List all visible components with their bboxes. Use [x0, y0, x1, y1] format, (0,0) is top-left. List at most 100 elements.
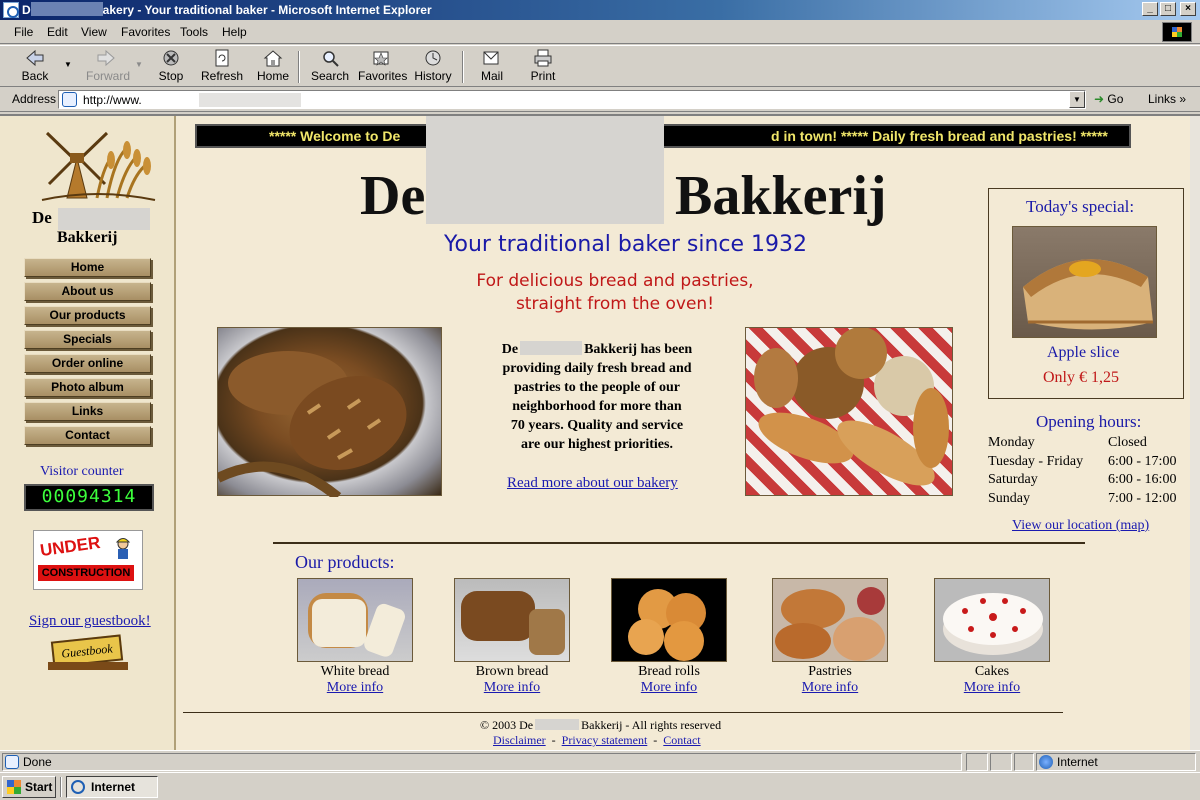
favorites-icon: [371, 49, 391, 67]
special-price: Only € 1,25: [1043, 369, 1119, 386]
go-button[interactable]: ➜ Go: [1094, 92, 1123, 106]
intro-line4: neighborhood for more than: [512, 399, 682, 414]
marquee-left-text: ***** Welcome to De: [269, 128, 401, 144]
hours-day: Tuesday - Friday: [988, 453, 1084, 469]
nav-about-us[interactable]: About us: [24, 282, 151, 301]
start-button[interactable]: Start: [2, 776, 56, 798]
address-input[interactable]: http://www. ▼: [58, 90, 1086, 109]
chevron-right-icon: »: [1179, 92, 1187, 106]
intro-line3: pastries to the people of our: [513, 380, 681, 395]
taskbar-ie-button[interactable]: Internet: [66, 776, 158, 798]
hours-time: 6:00 - 16:00: [1108, 472, 1177, 487]
forward-dropdown-icon[interactable]: ▼: [135, 60, 143, 69]
nav-home[interactable]: Home: [24, 258, 151, 277]
nav-our-products[interactable]: Our products: [24, 306, 151, 325]
menu-file[interactable]: File: [14, 25, 33, 39]
nav-photo-album[interactable]: Photo album: [24, 378, 151, 397]
menu-favorites[interactable]: Favorites: [121, 25, 170, 39]
read-more-link[interactable]: Read more about our bakery: [507, 475, 678, 492]
home-button[interactable]: Home: [256, 49, 290, 83]
todays-special-box: Today's special: Apple slice Only € 1,25: [988, 188, 1184, 399]
menu-tools[interactable]: Tools: [180, 25, 208, 39]
taskbar: Start Internet: [0, 772, 1200, 800]
links-button[interactable]: Links »: [1148, 92, 1186, 106]
status-bar: Done Internet: [0, 750, 1200, 772]
taskbar-separator: [60, 777, 62, 797]
ie-window-icon[interactable]: [3, 2, 19, 18]
zone-cell: Internet: [1036, 753, 1196, 771]
start-label: Start: [25, 780, 53, 794]
hours-row: Tuesday - Friday 6:00 - 17:00: [988, 454, 1183, 473]
mail-icon: [482, 49, 502, 67]
window-title-bar[interactable]: Dakery - Your traditional baker - Micros…: [0, 0, 1200, 20]
ie-taskbar-icon: [71, 780, 85, 794]
copyright-suffix: Bakkerij - All rights reserved: [581, 718, 722, 732]
contact-link[interactable]: Contact: [663, 733, 700, 747]
nav-contact[interactable]: Contact: [24, 426, 151, 445]
menu-help[interactable]: Help: [222, 25, 247, 39]
intro-line5: 70 years. Quality and service: [510, 418, 684, 433]
stop-button[interactable]: Stop: [156, 49, 186, 83]
more-info-link[interactable]: More info: [296, 680, 414, 696]
special-name: Apple slice: [1047, 344, 1120, 361]
refresh-button[interactable]: Refresh: [200, 49, 244, 83]
under-text: UNDER: [38, 532, 102, 561]
close-button[interactable]: ×: [1180, 2, 1196, 16]
print-button[interactable]: Print: [528, 49, 558, 83]
home-icon: [263, 49, 283, 67]
guestbook-link[interactable]: Sign our guestbook!: [29, 613, 151, 630]
vertical-scrollbar[interactable]: [1190, 116, 1200, 750]
forward-arrow-icon: [96, 49, 116, 67]
history-button[interactable]: History: [414, 49, 452, 83]
nav-links[interactable]: Links: [24, 402, 151, 421]
forward-label: Forward: [86, 69, 131, 83]
toolbar-separator: [298, 51, 300, 83]
hours-day: Sunday: [988, 490, 1030, 506]
mail-button[interactable]: Mail: [476, 49, 508, 83]
nav-order-online[interactable]: Order online: [24, 354, 151, 373]
nav-specials[interactable]: Specials: [24, 330, 151, 349]
more-info-link[interactable]: More info: [933, 680, 1051, 696]
minimize-button[interactable]: _: [1142, 2, 1158, 16]
title-prefix: D: [22, 3, 31, 17]
go-label: Go: [1107, 92, 1124, 106]
back-button[interactable]: Back: [20, 49, 50, 83]
menu-view[interactable]: View: [81, 25, 107, 39]
history-icon: [423, 49, 443, 67]
hours-time: 7:00 - 12:00: [1108, 490, 1177, 506]
section-divider: [273, 542, 1085, 544]
status-cell: [966, 753, 988, 771]
favorites-button[interactable]: Favorites: [358, 49, 407, 83]
menu-edit[interactable]: Edit: [47, 25, 68, 39]
go-arrow-icon: ➜: [1094, 92, 1105, 106]
mail-label: Mail: [480, 69, 503, 83]
more-info-link[interactable]: More info: [610, 680, 728, 696]
hours-time: Closed: [1108, 435, 1147, 450]
back-dropdown-icon[interactable]: ▼: [64, 60, 72, 69]
special-title: Today's special:: [1026, 197, 1135, 216]
copyright: © 2003 De Bakkerij - All rights reserved: [480, 718, 721, 733]
address-dropdown-icon[interactable]: ▼: [1069, 91, 1085, 108]
more-info-link[interactable]: More info: [453, 680, 571, 696]
forward-button[interactable]: Forward: [86, 49, 131, 83]
bread-photo-right: [745, 327, 953, 496]
disclaimer-link[interactable]: Disclaimer: [493, 733, 546, 747]
page-title-right: Bakkerij: [675, 165, 887, 227]
view-location-link[interactable]: View our location (map): [1012, 518, 1149, 534]
bread-photo-left: [215, 327, 442, 501]
search-button[interactable]: Search: [310, 49, 350, 83]
address-url[interactable]: http://www.: [83, 93, 142, 107]
done-page-icon: [5, 755, 19, 769]
privacy-statement-link[interactable]: Privacy statement: [562, 733, 648, 747]
zone-label: Internet: [1057, 755, 1098, 769]
redacted-block: [535, 719, 580, 730]
hours-row: Sunday 7:00 - 12:00: [988, 491, 1183, 510]
white-bread-photo: [297, 578, 413, 662]
products-title: Our products:: [295, 552, 395, 572]
under-construction-sign: UNDER CONSTRUCTION: [33, 530, 143, 590]
apple-slice-photo: [1012, 226, 1157, 338]
maximize-button[interactable]: □: [1160, 2, 1176, 16]
address-label: Address: [12, 92, 57, 106]
more-info-link[interactable]: More info: [771, 680, 889, 696]
guestbook-icon[interactable]: Guestbook: [48, 634, 128, 674]
